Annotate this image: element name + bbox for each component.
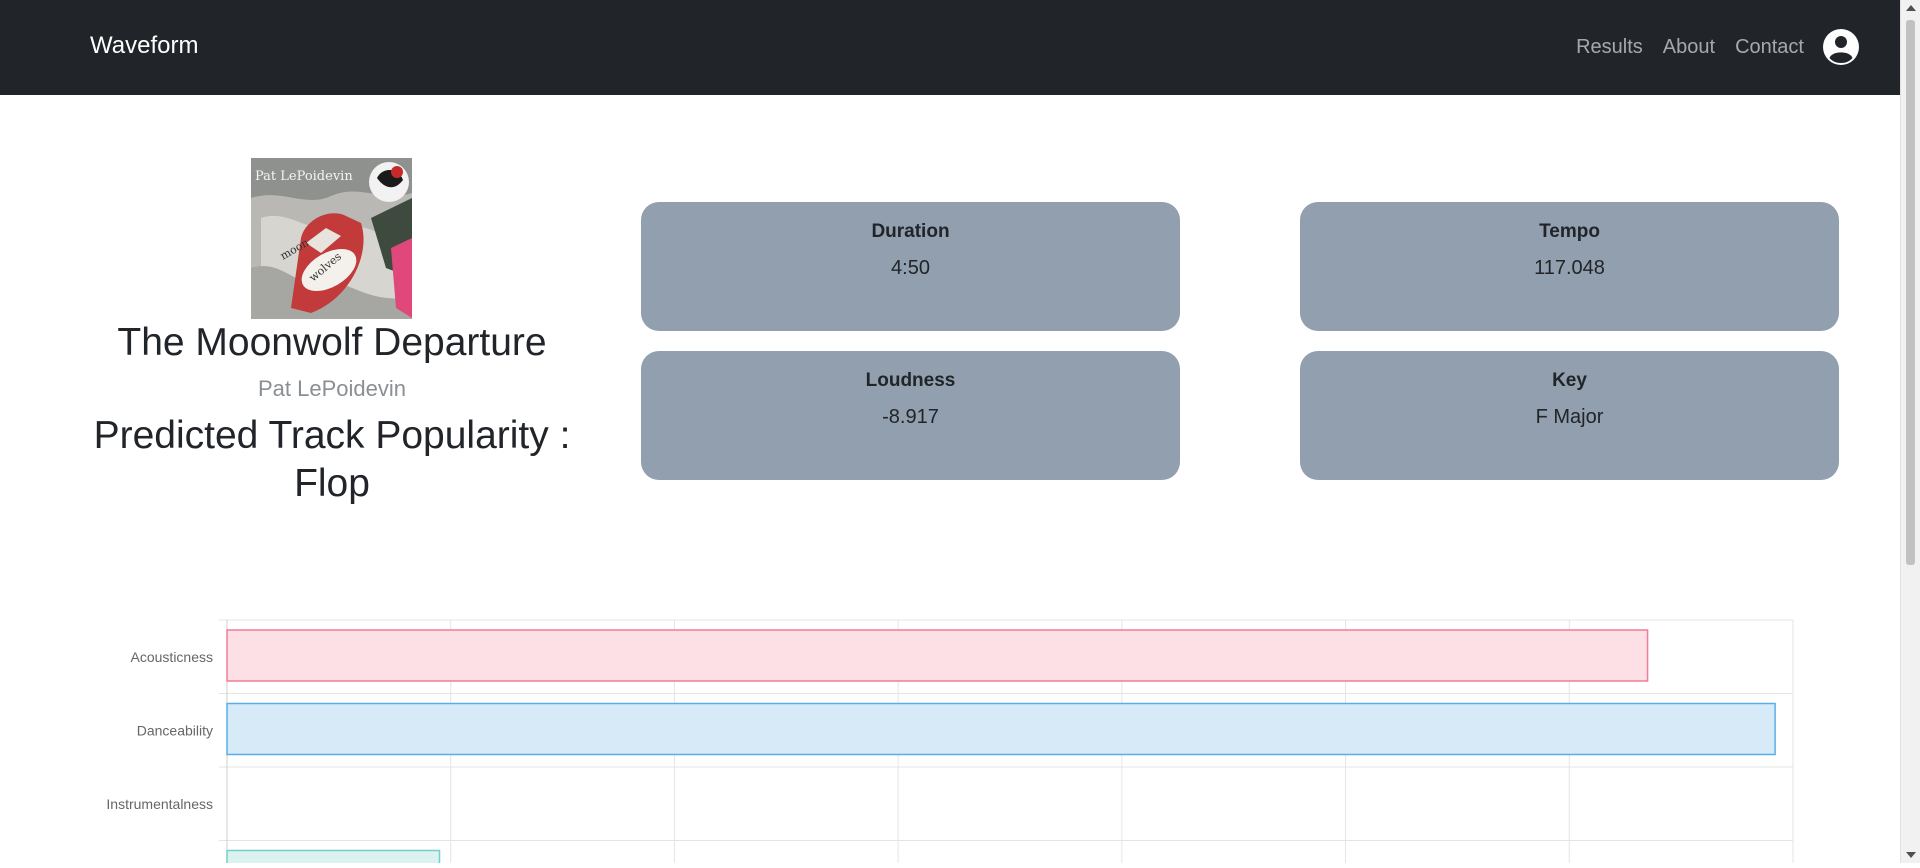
album-cover-image: moon wolves Pat LePoidevin — [251, 158, 412, 319]
nav-links: Results About Contact — [1556, 28, 1860, 66]
card-value: -8.917 — [882, 406, 939, 428]
chart-bar-danceability[interactable] — [226, 702, 1776, 756]
scroll-down-arrow-icon[interactable] — [1906, 852, 1916, 858]
key-card: Key F Major — [1300, 351, 1839, 480]
card-value: 117.048 — [1534, 257, 1605, 279]
scroll-up-arrow-icon[interactable] — [1906, 5, 1916, 11]
brand-name[interactable]: Waveform — [90, 28, 198, 64]
audio-features-chart: Acousticness Danceability Instrumentalness — [0, 600, 1900, 868]
navbar: Waveform Results About Contact — [0, 0, 1900, 95]
popularity-prediction: Predicted Track Popularity : Flop — [93, 414, 571, 505]
waveform-logo-icon[interactable] — [14, 22, 78, 70]
chart-category-label: Danceability — [137, 722, 213, 738]
chart-category-label: Instrumentalness — [106, 796, 213, 812]
nav-link-results[interactable]: Results — [1576, 28, 1643, 66]
track-title: The Moonwolf Departure — [117, 321, 547, 364]
card-label: Tempo — [1539, 221, 1600, 242]
card-label: Duration — [871, 221, 950, 242]
audio-features-bar-chart: Acousticness Danceability Instrumentalness — [106, 619, 1794, 868]
card-value: 4:50 — [891, 257, 930, 279]
chart-bar-acousticness[interactable] — [226, 629, 1649, 682]
album-art: moon wolves Pat LePoidevin — [251, 158, 412, 319]
nav-link-about[interactable]: About — [1663, 28, 1715, 66]
nav-link-contact[interactable]: Contact — [1735, 28, 1804, 66]
loudness-card: Loudness -8.917 — [641, 351, 1180, 480]
scroll-thumb[interactable] — [1906, 20, 1915, 565]
duration-card: Duration 4:50 — [641, 202, 1180, 331]
chart-bar-unlabeled[interactable] — [226, 849, 441, 868]
artist-name: Pat LePoidevin — [258, 376, 406, 401]
user-account-icon[interactable] — [1822, 28, 1860, 66]
tempo-card: Tempo 117.048 — [1300, 202, 1839, 331]
card-label: Key — [1552, 370, 1587, 391]
card-value: F Major — [1535, 406, 1604, 428]
page-scrollbar[interactable] — [1900, 0, 1920, 863]
card-label: Loudness — [865, 370, 956, 391]
svg-text:Pat LePoidevin: Pat LePoidevin — [255, 169, 353, 184]
chart-category-label: Acousticness — [131, 649, 213, 665]
